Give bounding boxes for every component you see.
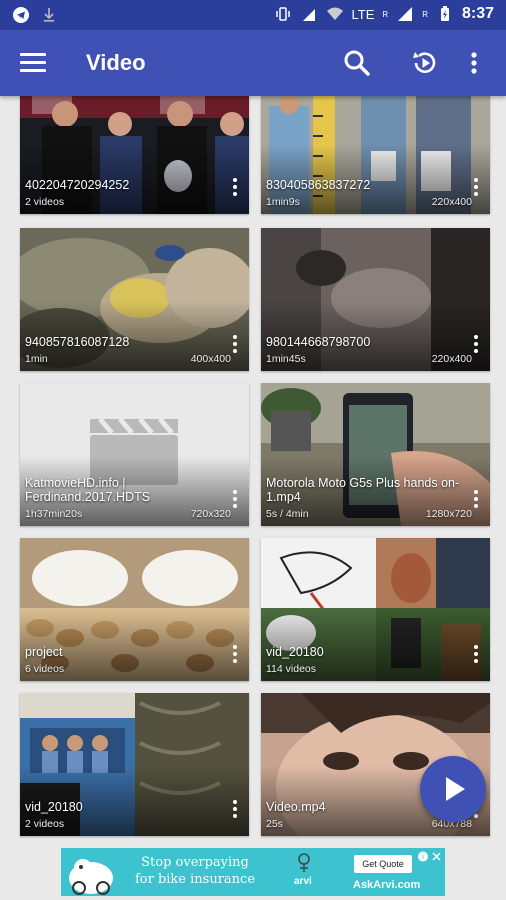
video-resolution: 220x400 [431,353,472,365]
overflow-menu-icon[interactable] [466,48,482,78]
wifi-icon [326,7,343,20]
history-play-icon[interactable] [410,48,440,78]
ad-headline: Stop overpaying for bike insurance [134,855,256,887]
video-item[interactable]: 980144668798700 1min45s 220x400 [261,228,490,371]
download-icon [44,8,54,22]
play-icon [446,777,465,801]
item-overflow-icon[interactable] [470,176,482,200]
folder-title: vid_20180 [266,645,324,659]
video-meta: 2 videos [25,196,65,208]
ad-choices-icon[interactable]: i [417,850,443,863]
signal-strength-icon [398,7,413,21]
video-item[interactable]: vid_20180 2 videos [20,693,249,836]
video-title: Motorola Moto G5s Plus hands on-1.mp4 [266,476,460,504]
video-resolution: 400x400 [190,353,231,365]
vibrate-icon [275,7,290,21]
folder-count: 114 videos [266,663,317,675]
network-type: LTE [351,6,375,22]
video-meta: 1min45s [266,353,306,365]
clock: 8:37 [461,5,494,22]
video-meta: 1min [25,353,48,365]
play-fab-button[interactable] [420,756,486,822]
video-title: KatmovieHD.info | Ferdinand.2017.HDTS [25,476,151,504]
ad-get-quote-button[interactable]: Get Quote [354,855,412,873]
roaming-indicator-left: R [382,9,389,19]
item-overflow-icon[interactable] [229,488,241,512]
status-bar: LTE R R 8:37 [0,0,506,30]
telegram-notification-icon [13,7,29,23]
ad-brand: arvi [294,876,312,887]
video-item[interactable]: 830405863837272 1min9s 220x400 [261,96,490,214]
video-resolution: 220x400 [431,196,472,208]
battery-charging-icon [440,6,449,21]
video-resolution: 720x320 [190,508,231,520]
folder-count: 2 videos [25,818,65,830]
item-overflow-icon[interactable] [229,643,241,667]
item-overflow-icon[interactable] [470,488,482,512]
item-overflow-icon[interactable] [229,333,241,357]
video-title: 980144668798700 [266,335,371,349]
video-meta: 1h37min20s [25,508,83,520]
ad-banner[interactable]: Stop overpaying for bike insurance arvi … [61,848,445,896]
video-item[interactable]: KatmovieHD.info | Ferdinand.2017.HDTS 1h… [20,383,249,526]
app-bar: Video [0,30,506,96]
item-overflow-icon[interactable] [470,643,482,667]
video-item[interactable]: 402204720294252 2 videos [20,96,249,214]
ad-site: AskArvi.com [353,879,421,891]
video-item[interactable]: project 6 videos [20,538,249,681]
video-grid: 402204720294252 2 videos 830405863837272… [0,96,506,840]
search-icon[interactable] [342,48,372,78]
item-overflow-icon[interactable] [229,798,241,822]
page-title: Video [86,50,146,75]
folder-title: vid_20180 [25,800,83,814]
video-item[interactable]: vid_20180 114 videos [261,538,490,681]
folder-title: project [25,645,63,659]
video-title: 940857816087128 [25,335,130,349]
arvi-logo-icon [298,853,310,872]
ad-mascot-icon [69,859,113,895]
video-resolution: 1280x720 [425,508,472,520]
video-title: 402204720294252 [25,178,130,192]
item-overflow-icon[interactable] [229,176,241,200]
folder-count: 6 videos [25,663,65,675]
menu-icon[interactable] [20,50,46,76]
video-meta: 5s / 4min [266,508,309,520]
signal-4g-icon [302,9,315,21]
roaming-indicator-right: R [422,9,428,19]
item-overflow-icon[interactable] [470,333,482,357]
video-meta: 25s [266,818,283,830]
video-item[interactable]: Motorola Moto G5s Plus hands on-1.mp4 5s… [261,383,490,526]
video-item[interactable]: 940857816087128 1min 400x400 [20,228,249,371]
video-title: 830405863837272 [266,178,371,192]
video-meta: 1min9s [266,196,300,208]
